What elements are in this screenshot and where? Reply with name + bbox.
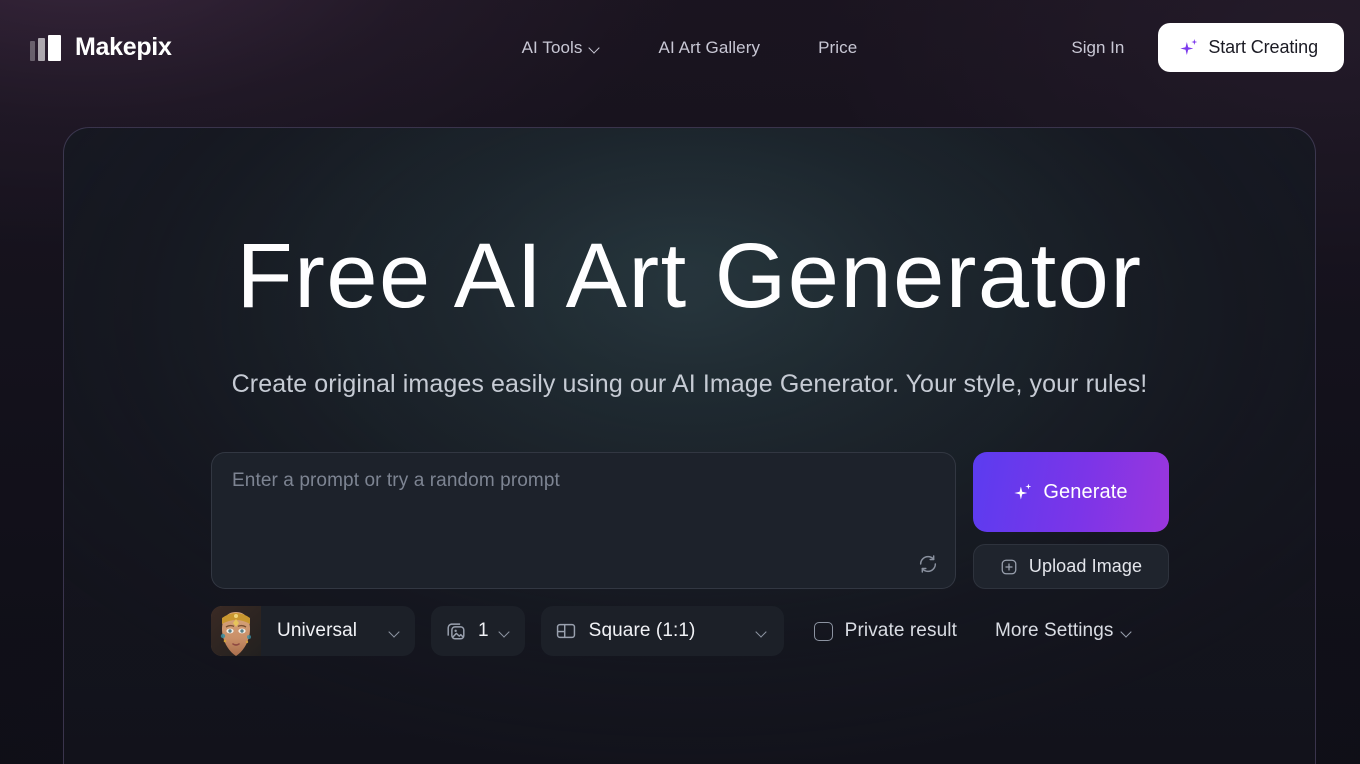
style-label: Universal [277, 620, 358, 641]
private-result-toggle[interactable]: Private result [813, 620, 957, 642]
image-count-selector[interactable]: 1 [431, 606, 525, 656]
upload-image-button[interactable]: Upload Image [973, 544, 1169, 589]
main-nav: AI Tools AI Art Gallery Price [522, 38, 858, 58]
chevron-down-icon [757, 628, 768, 639]
nav-item-label: Price [818, 37, 858, 57]
prompt-actions: Generate Upload Image [973, 452, 1169, 589]
style-selector[interactable]: Universal [211, 606, 415, 656]
chevron-down-icon [1122, 628, 1133, 639]
nav-item-ai-tools[interactable]: AI Tools [522, 38, 601, 58]
aspect-ratio-selector[interactable]: Square (1:1) [540, 606, 784, 656]
image-count-value: 1 [478, 620, 489, 641]
header-actions: Sign In Start Creating [1067, 23, 1344, 72]
more-settings-button[interactable]: More Settings [995, 620, 1134, 642]
brand-name: Makepix [75, 33, 172, 61]
hero-card: Free AI Art Generator Create original im… [63, 127, 1316, 764]
generate-label: Generate [1043, 480, 1128, 503]
portrait-thumbnail [211, 606, 261, 656]
nav-item-price[interactable]: Price [818, 38, 857, 58]
refresh-icon[interactable] [915, 551, 941, 577]
aspect-ratio-icon [555, 620, 577, 642]
chevron-down-icon [590, 44, 601, 55]
prompt-row: Enter a prompt or try a random prompt Ge… [211, 452, 1169, 589]
page-subtitle: Create original images easily using our … [231, 369, 1148, 398]
private-result-label: Private result [844, 620, 957, 641]
upload-image-label: Upload Image [1028, 556, 1143, 576]
sparkle-icon [1180, 39, 1197, 56]
generator-options: Universal 1 Square (1:1) Private result … [211, 606, 1133, 656]
generate-button[interactable]: Generate [973, 452, 1169, 532]
chevron-down-icon [390, 628, 401, 639]
nav-item-label: AI Art Gallery [658, 37, 761, 57]
sparkle-icon [1014, 484, 1031, 501]
nav-item-ai-art-gallery[interactable]: AI Art Gallery [659, 38, 761, 58]
prompt-input[interactable]: Enter a prompt or try a random prompt [211, 452, 956, 589]
page-title: Free AI Art Generator [236, 225, 1143, 327]
prompt-placeholder: Enter a prompt or try a random prompt [232, 470, 560, 491]
start-creating-label: Start Creating [1208, 37, 1318, 57]
chevron-down-icon [500, 628, 511, 639]
brand-logo[interactable]: Makepix [30, 33, 172, 62]
images-stack-icon [445, 620, 467, 642]
aspect-ratio-label: Square (1:1) [588, 620, 696, 641]
start-creating-button[interactable]: Start Creating [1158, 23, 1344, 72]
sign-in-link[interactable]: Sign In [1067, 32, 1128, 64]
bars-logo-icon [30, 34, 61, 61]
plus-square-icon [1000, 558, 1018, 576]
more-settings-label: More Settings [994, 620, 1114, 641]
hero-content: Free AI Art Generator Create original im… [64, 128, 1315, 399]
checkbox-icon[interactable] [813, 621, 833, 641]
site-header: Makepix AI Tools AI Art Gallery Price Si… [0, 0, 1360, 95]
nav-item-label: AI Tools [521, 37, 583, 57]
